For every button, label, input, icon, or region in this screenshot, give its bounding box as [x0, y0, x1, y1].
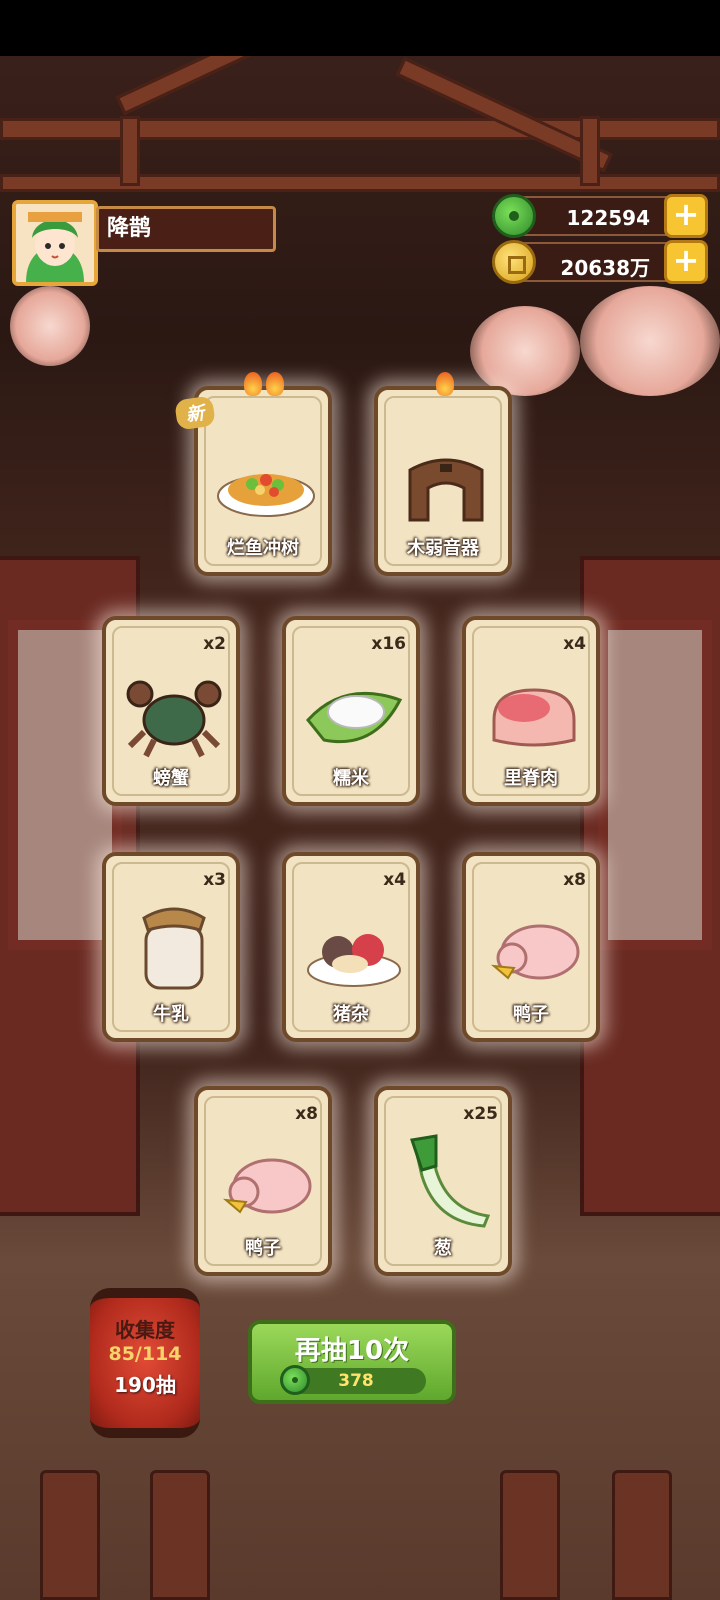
reward-card[interactable]: x8 鸭子: [194, 1086, 332, 1276]
duck-icon: [222, 1158, 312, 1214]
card-name: 木弱音器: [407, 538, 479, 559]
rice-icon: [306, 691, 403, 744]
roof-beam: [0, 174, 720, 192]
card-count: x16: [371, 634, 406, 654]
jade-icon: [280, 1365, 310, 1395]
reward-card[interactable]: 木弱音器: [374, 372, 512, 576]
reward-card[interactable]: x25 葱: [374, 1086, 512, 1276]
jade-currency: 122594 +: [492, 194, 708, 238]
draw-again-button[interactable]: 再抽10次 378: [248, 1320, 456, 1404]
blossom-decoration: [580, 286, 720, 396]
card-count: x4: [383, 870, 406, 890]
card-count: x2: [203, 634, 226, 654]
coin-currency: 20638万 +: [492, 240, 708, 284]
scallion-icon: [410, 1134, 491, 1228]
reward-card[interactable]: 新 烂鱼冲树: [174, 372, 332, 576]
card-name: 螃蟹: [153, 768, 189, 789]
flame-icon: [244, 372, 262, 396]
card-name: 猪杂: [333, 1004, 369, 1025]
wooden-mute-icon: [408, 458, 484, 522]
roof-beam: [115, 56, 333, 116]
flame-icon: [436, 372, 454, 396]
crab-icon: [126, 680, 222, 758]
coin-icon: [492, 240, 536, 284]
collection-progress: 85/114: [108, 1343, 182, 1365]
add-coins-button[interactable]: +: [664, 240, 708, 284]
card-name: 糯米: [333, 768, 369, 789]
milk-jar-icon: [142, 907, 206, 990]
reward-card[interactable]: x4 猪杂: [282, 852, 420, 1042]
card-name: 烂鱼冲树: [227, 538, 299, 559]
floor-post: [40, 1470, 100, 1600]
blossom-decoration: [10, 286, 90, 366]
card-count: x3: [203, 870, 226, 890]
roof-post: [580, 116, 600, 186]
floor-post: [612, 1470, 672, 1600]
reward-card[interactable]: x2 螃蟹: [102, 616, 240, 806]
pork-offal-icon: [307, 934, 401, 987]
collection-title: 收集度: [115, 1318, 175, 1342]
card-name: 鸭子: [245, 1238, 281, 1259]
jade-icon: [492, 194, 536, 238]
collection-draws: 190抽: [114, 1373, 176, 1397]
tenderloin-icon: [492, 688, 576, 747]
reward-card[interactable]: x8 鸭子: [462, 852, 600, 1042]
new-badge: 新: [174, 395, 216, 431]
floor-post: [500, 1470, 560, 1600]
reward-card[interactable]: x16 糯米: [282, 616, 420, 806]
card-name: 里脊肉: [504, 768, 558, 789]
status-bar: [0, 0, 720, 56]
card-count: x8: [563, 870, 586, 890]
draw-cost: 378: [280, 1365, 426, 1395]
roof-beam: [0, 118, 720, 140]
card-name: 鸭子: [513, 1004, 549, 1025]
right-door: [580, 556, 720, 1216]
add-jade-button[interactable]: +: [664, 194, 708, 238]
avatar-portrait-icon: [16, 204, 94, 282]
player-name: 降鹊: [96, 206, 276, 252]
blossom-decoration: [470, 306, 580, 396]
collection-lantern[interactable]: 收集度 85/114 190抽: [90, 1288, 200, 1438]
draw-again-label: 再抽10次: [294, 1336, 410, 1366]
player-avatar[interactable]: [12, 200, 98, 286]
floor-post: [150, 1470, 210, 1600]
coin-amount: 20638万: [560, 256, 650, 280]
card-count: x8: [295, 1104, 318, 1124]
card-count: x4: [563, 634, 586, 654]
roof-post: [120, 116, 140, 186]
reward-card[interactable]: x3 牛乳: [102, 852, 240, 1042]
card-name: 葱: [434, 1238, 452, 1259]
card-name: 牛乳: [153, 1004, 189, 1025]
flame-icon: [266, 372, 284, 396]
reward-card[interactable]: x4 里脊肉: [462, 616, 600, 806]
card-count: x25: [463, 1104, 498, 1124]
jade-amount: 122594: [566, 206, 651, 230]
duck-icon: [490, 924, 580, 980]
fish-dish-icon: [217, 474, 315, 517]
draw-cost-amount: 378: [338, 1371, 374, 1391]
